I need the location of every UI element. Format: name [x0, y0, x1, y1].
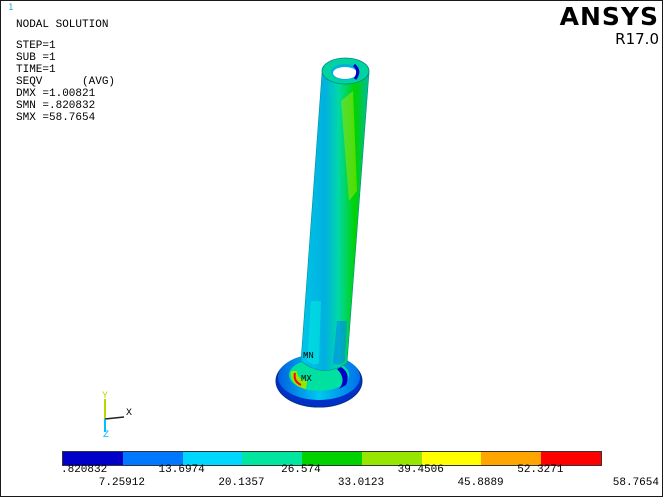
legend-label-4: 26.574 — [281, 464, 321, 476]
legend-label-6: 39.4506 — [397, 464, 444, 476]
legend-label-9: 58.7654 — [612, 477, 659, 489]
legend-label-7: 45.8889 — [457, 477, 504, 489]
legend-label-2: 13.6974 — [158, 464, 205, 476]
legend-label-5: 33.0123 — [337, 477, 385, 489]
legend-label-1: 7.25912 — [98, 477, 145, 489]
graphics-viewport[interactable]: 1 NODAL SOLUTION STEP=1 SUB =1 TIME=1 SE… — [0, 0, 663, 497]
vertical-tube — [300, 72, 370, 371]
z-axis-label: Z — [103, 430, 109, 439]
legend-label-3: 20.1357 — [218, 477, 265, 489]
tube-top-opening — [321, 57, 370, 85]
legend-label-8: 52.3271 — [517, 464, 564, 476]
min-marker: MN — [303, 351, 314, 361]
x-axis-line — [104, 416, 125, 420]
axis-triad[interactable]: Y X Z — [93, 387, 143, 439]
y-axis-label: Y — [102, 391, 108, 402]
contour-model[interactable]: MN MX — [1, 1, 662, 446]
legend-label-0: .820832 — [61, 464, 108, 476]
max-marker: MX — [301, 374, 312, 384]
x-axis-label: X — [126, 408, 132, 419]
